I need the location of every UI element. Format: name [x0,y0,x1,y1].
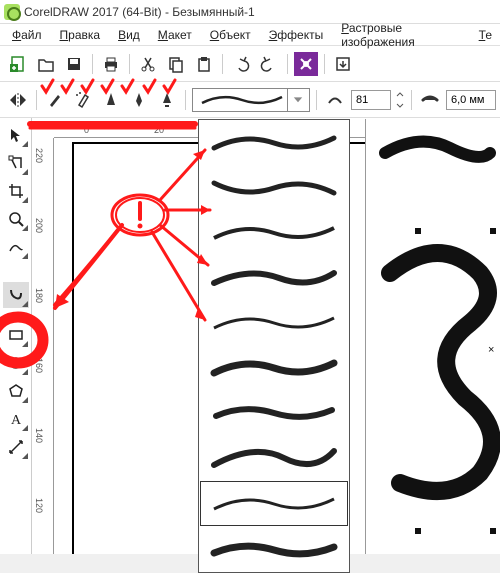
zoom-tool[interactable] [3,206,29,232]
calligraphy-tool-icon[interactable] [99,88,123,112]
preset-item[interactable] [199,390,349,435]
preset-item[interactable] [199,210,349,255]
menu-bitmap[interactable]: Растровые изображения [333,19,468,51]
width-input[interactable]: 6,0 мм [446,90,496,110]
smoothing-icon [323,88,347,112]
main-toolbar [0,46,500,82]
cut-button[interactable] [136,52,160,76]
print-button[interactable] [99,52,123,76]
dimension-tool[interactable] [3,434,29,460]
svg-text:×: × [488,344,494,356]
preset-item[interactable] [199,345,349,390]
import-button[interactable] [331,52,355,76]
menu-file[interactable]: Файл [4,26,50,44]
rectangle-tool[interactable] [3,322,29,348]
artistic-media-tool[interactable] [3,282,29,308]
new-button[interactable] [6,52,30,76]
title-text: CorelDRAW 2017 (64-Bit) - Безымянный-1 [24,5,255,19]
menu-edit[interactable]: Правка [52,26,109,44]
shape-tool[interactable] [3,150,29,176]
save-button[interactable] [62,52,86,76]
redo-button[interactable] [257,52,281,76]
chevron-down-icon [291,93,305,107]
mirror-h-button[interactable] [6,88,30,112]
paste-button[interactable] [192,52,216,76]
freehand-tool[interactable] [3,234,29,260]
open-button[interactable] [34,52,58,76]
preset-item[interactable] [199,120,349,165]
menu-layout[interactable]: Макет [150,26,200,44]
preset-item[interactable] [199,527,349,572]
pen-tool-icon[interactable] [127,88,151,112]
svg-text:A: A [11,413,22,427]
preset-item[interactable] [199,435,349,480]
menu-object[interactable]: Объект [202,26,259,44]
toolbox: A [0,118,32,554]
property-bar: 81 6,0 мм [0,82,500,118]
pick-tool[interactable] [3,122,29,148]
smoothing-input[interactable]: 81 [351,90,391,110]
stroke-preset-dropdown [198,119,350,573]
menubar: Файл Правка Вид Макет Объект Эффекты Рас… [0,24,500,46]
spinner-icon[interactable] [395,90,405,110]
polygon-tool[interactable] [3,378,29,404]
copy-button[interactable] [164,52,188,76]
undo-button[interactable] [229,52,253,76]
ellipse-tool[interactable] [3,350,29,376]
preset-item-selected[interactable] [200,481,348,526]
search-button[interactable] [294,52,318,76]
preset-item[interactable] [199,300,349,345]
ruler-vertical: 220 200 180 160 140 120 [32,138,54,554]
preset-item[interactable] [199,165,349,210]
menu-effects[interactable]: Эффекты [261,26,332,44]
width-icon [418,88,442,112]
brush-preview-panel: × [365,119,500,554]
menu-text[interactable]: Те [471,26,500,44]
stroke-preset-combo[interactable] [192,88,310,112]
spray-tool-icon[interactable] [71,88,95,112]
text-tool[interactable]: A [3,406,29,432]
crop-tool[interactable] [3,178,29,204]
preset-item[interactable] [199,255,349,300]
app-logo [4,4,20,20]
pressure-tool-icon[interactable] [155,88,179,112]
brush-tool-icon[interactable] [43,88,67,112]
menu-view[interactable]: Вид [110,26,148,44]
